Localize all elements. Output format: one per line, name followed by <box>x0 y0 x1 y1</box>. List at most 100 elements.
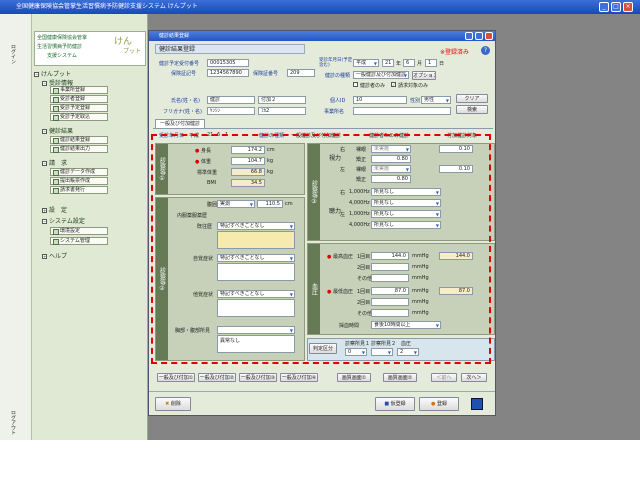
search-button[interactable]: 検索 <box>456 105 488 114</box>
dia-2nd-field[interactable] <box>371 298 409 306</box>
objective-notes[interactable] <box>217 299 295 317</box>
vision-right-value[interactable]: 0.10 <box>439 145 473 153</box>
strip-login-label[interactable]: ログイン <box>10 44 17 64</box>
nav-item-patient[interactable]: 受診者登録 <box>50 95 108 103</box>
tab-general[interactable]: 一般及び付加健診 <box>155 119 205 128</box>
insurer-no-field[interactable]: 209 <box>287 69 315 77</box>
nav-item-schedule[interactable]: 受診予定登録 <box>50 104 108 112</box>
vision-right-naked-select[interactable]: 未実施 <box>371 145 411 153</box>
close-button[interactable]: × <box>623 2 633 12</box>
vision-right-corr-field[interactable]: 0.80 <box>371 155 411 163</box>
chest-notes[interactable]: 異常なし <box>217 335 295 353</box>
judge-3-select[interactable]: 2 <box>397 348 419 356</box>
window-maximize-button[interactable] <box>475 32 483 40</box>
page-tab-3[interactable]: 一般及び付加③ <box>239 373 277 382</box>
judge-2-select[interactable] <box>371 348 393 356</box>
strip-logout-label[interactable]: ログアウト <box>10 410 17 435</box>
judge-1-select[interactable]: 0 <box>345 348 367 356</box>
sys-2nd-field[interactable] <box>371 263 409 271</box>
app-title-bar: 全国健康保険協会管掌生活習慣病予防健診支援システム けんプット _ □ × <box>0 0 640 14</box>
dia-1st-field[interactable]: 87.0 <box>371 287 409 295</box>
option-button[interactable]: オプション <box>412 71 436 80</box>
floppy-icon[interactable] <box>471 398 483 410</box>
exam-type-select[interactable]: 一般健診及び付加健診 <box>353 71 409 79</box>
era-select[interactable]: 平成 <box>353 59 379 67</box>
nav-group-help[interactable]: + ヘルプ <box>42 251 67 260</box>
objective-select[interactable]: 特記すべきことなし <box>217 290 295 298</box>
dia-avg-field: 87.0 <box>439 287 473 295</box>
clear-button[interactable]: クリア <box>456 94 488 103</box>
insurer-code-field[interactable]: 1234567890 <box>207 69 249 77</box>
person-id-field[interactable]: 10 <box>353 96 407 104</box>
subjective-notes[interactable] <box>217 263 295 281</box>
first-name-field[interactable]: 付加２ <box>258 96 306 104</box>
window-close-button[interactable] <box>485 32 493 40</box>
nav-item-results-entry[interactable]: 健診結果登録 <box>50 136 108 144</box>
prev-button[interactable]: ＜前へ <box>431 373 457 382</box>
nav-group-results[interactable]: − 健診結果 <box>42 126 73 135</box>
nav-item-results-output[interactable]: 健診結果出力 <box>50 145 108 153</box>
kana-first-field[interactable]: ﾌｶ2 <box>258 107 306 115</box>
history-select[interactable]: 特記すべきことなし <box>217 222 295 230</box>
hearing-left-1k-select[interactable]: 所見なし <box>371 210 441 218</box>
std-weight-field: 66.8 <box>231 168 265 176</box>
nav-item-sysadmin[interactable]: システム管理 <box>50 237 108 245</box>
save-button[interactable]: ● 登録 <box>419 397 459 411</box>
page-tab-2[interactable]: 一般及び付加② <box>198 373 236 382</box>
sex-select[interactable]: 男性 <box>421 96 451 104</box>
sys-other-field[interactable] <box>371 274 409 282</box>
window-minimize-button[interactable] <box>465 32 473 40</box>
nav-item-forms[interactable]: 提出帳票作成 <box>50 177 108 185</box>
checkbox-billing[interactable]: ✓ <box>391 82 396 87</box>
kana-last-field[interactable]: ｹﾝｼﾝ <box>207 107 255 115</box>
checkbox-examined[interactable] <box>353 82 358 87</box>
next-button[interactable]: 次へ＞ <box>461 373 487 382</box>
nav-item-invoice[interactable]: 請求書発行 <box>50 186 108 194</box>
page-tab-4[interactable]: 一般及び付加④ <box>280 373 318 382</box>
year-field[interactable]: 21 <box>382 59 394 67</box>
vision-left-value[interactable]: 0.10 <box>439 165 473 173</box>
meal-time-select[interactable]: 食後10時間以上 <box>371 321 441 329</box>
nav-root[interactable]: − けんプット <box>34 69 71 78</box>
visit-date-label: 受診年月日(予定含む) <box>319 58 353 68</box>
judge-button[interactable]: 判定区分 <box>309 343 337 354</box>
weight-field[interactable]: 104.7 <box>231 157 265 165</box>
delete-button[interactable]: ✖ 削除 <box>155 397 191 411</box>
history-label: 既往歴 <box>197 224 213 230</box>
page-tab-image-1[interactable]: 画質画面① <box>337 373 371 382</box>
minimize-button[interactable]: _ <box>599 2 609 12</box>
maximize-button[interactable]: □ <box>611 2 621 12</box>
hearing-right-4k-select[interactable]: 所見なし <box>371 199 441 207</box>
page-tab-image-2[interactable]: 画質画面② <box>383 373 417 382</box>
sys-2nd-label: 2回目 <box>357 265 371 271</box>
temp-save-button[interactable]: ■ 仮登録 <box>375 397 415 411</box>
history-notes[interactable] <box>217 231 295 249</box>
vision-left-corr-field[interactable]: 0.80 <box>371 175 411 183</box>
hearing-right-1k-select[interactable]: 所見なし <box>371 188 441 196</box>
nav-item-office[interactable]: 事業所登録 <box>50 86 108 94</box>
chest-select[interactable] <box>217 326 295 334</box>
delete-label: 削除 <box>170 401 181 407</box>
waist-field[interactable]: 110.5 <box>257 200 283 208</box>
last-name-field[interactable]: 健診 <box>207 96 255 104</box>
office-field[interactable] <box>353 107 451 115</box>
nav-group-system[interactable]: − システム設定 <box>42 216 85 225</box>
nav-item-import[interactable]: 受診予定取込 <box>50 113 108 121</box>
day-field[interactable]: 1 <box>425 59 437 67</box>
height-field[interactable]: 174.2 <box>231 146 265 154</box>
receipt-no-field[interactable]: 00015305 <box>207 59 249 67</box>
sub-day: 1 <box>225 132 229 138</box>
month-field[interactable]: 6 <box>403 59 415 67</box>
hearing-left-4k-select[interactable]: 所見なし <box>371 221 441 229</box>
waist-method-select[interactable]: 実測 <box>217 200 255 208</box>
subjective-select[interactable]: 特記すべきことなし <box>217 254 295 262</box>
nav-item-env[interactable]: 環境設定 <box>50 227 108 235</box>
dia-other-field[interactable] <box>371 309 409 317</box>
nav-group-settings[interactable]: + 設 定 <box>42 205 67 214</box>
nav-group-billing[interactable]: − 請 求 <box>42 158 67 167</box>
vision-left-naked-select[interactable]: 未実施 <box>371 165 411 173</box>
help-icon[interactable]: ? <box>481 46 490 55</box>
nav-item-data[interactable]: 健診データ作成 <box>50 168 108 176</box>
page-tab-1[interactable]: 一般及び付加① <box>157 373 195 382</box>
sys-1st-field[interactable]: 144.0 <box>371 252 409 260</box>
